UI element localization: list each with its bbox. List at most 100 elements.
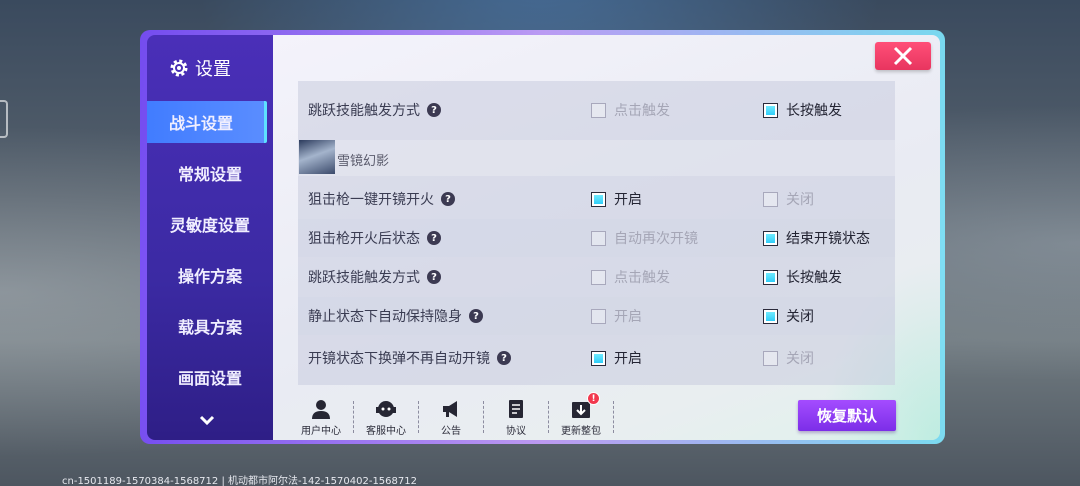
help-icon[interactable]: ? xyxy=(427,270,441,284)
setting-label-text: 静止状态下自动保持隐身 xyxy=(308,309,462,325)
checkbox[interactable] xyxy=(591,102,606,118)
checkbox[interactable] xyxy=(763,191,778,207)
nav-item-combat-settings[interactable]: 战斗设置 xyxy=(147,101,267,143)
option-end-scope[interactable]: 结束开镜状态 xyxy=(763,228,870,248)
setting-row-jump-trigger-2: 跳跃技能触发方式 ? 点击触发 长按触发 xyxy=(298,258,895,296)
setting-row-jump-trigger: 跳跃技能触发方式 ? 点击触发 长按触发 xyxy=(298,91,895,129)
setting-label: 跳跃技能触发方式 ? xyxy=(308,267,441,287)
option-tap-trigger[interactable]: 点击触发 xyxy=(591,267,670,287)
option-label: 自动再次开镜 xyxy=(614,231,698,247)
sidebar-header: 设置 xyxy=(169,55,231,81)
setting-label-text: 开镜状态下换弹不再自动开镜 xyxy=(308,351,490,367)
help-icon[interactable]: ? xyxy=(427,231,441,245)
setting-label-text: 跳跃技能触发方式 xyxy=(308,270,420,286)
option-hold-trigger[interactable]: 长按触发 xyxy=(763,100,842,120)
restore-defaults-label: 恢复默认 xyxy=(816,407,877,425)
checkbox-checked[interactable] xyxy=(763,308,778,324)
document-icon xyxy=(509,400,523,418)
option-label: 开启 xyxy=(614,351,642,367)
option-label: 点击触发 xyxy=(614,270,670,286)
version-info: cn-1501189-1570384-1568712 | 机动都市阿尔法-142… xyxy=(62,476,417,486)
option-label: 长按触发 xyxy=(786,103,842,119)
checkbox-checked[interactable] xyxy=(763,102,778,118)
toolbar-label: 用户中心 xyxy=(301,426,341,437)
bottom-toolbar: 用户中心 客服中心 公告 协议 ! 更新整包 xyxy=(298,392,623,437)
option-off[interactable]: 关闭 xyxy=(763,306,814,326)
separator xyxy=(548,401,549,433)
setting-label-text: 狙击枪开火后状态 xyxy=(308,231,420,247)
checkbox-checked[interactable] xyxy=(763,269,778,285)
user-center-button[interactable]: 用户中心 xyxy=(298,395,344,437)
option-tap-trigger[interactable]: 点击触发 xyxy=(591,100,670,120)
option-on[interactable]: 开启 xyxy=(591,306,642,326)
nav-item-label: 操作方案 xyxy=(177,267,242,286)
settings-sidebar: 设置 战斗设置 常规设置 灵敏度设置 操作方案 载具方案 画面设置 xyxy=(147,35,273,440)
setting-row-idle-stealth: 静止状态下自动保持隐身 ? 开启 关闭 xyxy=(298,297,895,335)
nav-item-label: 常规设置 xyxy=(177,165,242,184)
customer-service-button[interactable]: 客服中心 xyxy=(363,395,409,437)
option-label: 关闭 xyxy=(786,192,814,208)
nav-item-vehicle-scheme[interactable]: 载具方案 xyxy=(147,305,273,347)
toolbar-label: 公告 xyxy=(441,426,461,437)
option-off[interactable]: 关闭 xyxy=(763,348,814,368)
option-off[interactable]: 关闭 xyxy=(763,189,814,209)
setting-label: 静止状态下自动保持隐身 ? xyxy=(308,306,483,326)
close-icon xyxy=(893,46,913,66)
nav-item-control-scheme[interactable]: 操作方案 xyxy=(147,254,273,296)
checkbox-checked[interactable] xyxy=(591,191,606,207)
option-label: 长按触发 xyxy=(786,270,842,286)
option-on[interactable]: 开启 xyxy=(591,348,642,368)
separator xyxy=(353,401,354,433)
setting-label: 狙击枪开火后状态 ? xyxy=(308,228,441,248)
toolbar-label: 客服中心 xyxy=(366,426,406,437)
nav-item-label: 战斗设置 xyxy=(168,114,233,133)
setting-row-sniper-after-fire: 狙击枪开火后状态 ? 自动再次开镜 结束开镜状态 xyxy=(298,219,895,257)
sidebar-title: 设置 xyxy=(195,59,231,80)
option-auto-rescope[interactable]: 自动再次开镜 xyxy=(591,228,698,248)
help-icon[interactable]: ? xyxy=(427,103,441,117)
announcement-button[interactable]: 公告 xyxy=(428,395,474,437)
section-title: 雪镜幻影 xyxy=(337,154,390,169)
setting-row-sniper-quickscope: 狙击枪一键开镜开火 ? 开启 关闭 xyxy=(298,180,895,218)
nav-item-general-settings[interactable]: 常规设置 xyxy=(147,152,273,194)
setting-label-text: 跳跃技能触发方式 xyxy=(308,103,420,119)
agreement-button[interactable]: 协议 xyxy=(493,395,539,437)
checkbox[interactable] xyxy=(591,308,606,324)
checkbox[interactable] xyxy=(763,350,778,366)
nav-item-sensitivity-settings[interactable]: 灵敏度设置 xyxy=(147,203,273,245)
option-label: 开启 xyxy=(614,309,642,325)
option-label: 关闭 xyxy=(786,309,814,325)
option-label: 结束开镜状态 xyxy=(786,231,870,247)
checkbox[interactable] xyxy=(591,230,606,246)
headset-icon xyxy=(376,401,396,417)
toolbar-label: 更新整包 xyxy=(561,426,601,437)
checkbox-checked[interactable] xyxy=(591,350,606,366)
nav-item-label: 画面设置 xyxy=(177,369,242,388)
nav-item-graphics-settings[interactable]: 画面设置 xyxy=(147,356,273,398)
option-label: 开启 xyxy=(614,192,642,208)
setting-label: 跳跃技能触发方式 ? xyxy=(308,100,441,120)
checkbox[interactable] xyxy=(591,269,606,285)
option-label: 点击触发 xyxy=(614,103,670,119)
update-package-button[interactable]: ! 更新整包 xyxy=(558,392,604,437)
chevron-down-icon[interactable] xyxy=(197,410,217,430)
checkbox-checked[interactable] xyxy=(763,230,778,246)
help-icon[interactable]: ? xyxy=(469,309,483,323)
setting-label: 狙击枪一键开镜开火 ? xyxy=(308,189,455,209)
megaphone-icon xyxy=(443,401,457,417)
nav-item-label: 灵敏度设置 xyxy=(169,216,250,235)
mech-avatar-thumbnail xyxy=(299,140,335,174)
option-on[interactable]: 开启 xyxy=(591,189,642,209)
option-label: 关闭 xyxy=(786,351,814,367)
help-icon[interactable]: ? xyxy=(497,351,511,365)
help-icon[interactable]: ? xyxy=(441,192,455,206)
notification-badge: ! xyxy=(587,392,600,405)
restore-defaults-button[interactable]: 恢复默认 xyxy=(798,400,896,431)
close-button[interactable] xyxy=(875,42,931,70)
nav-item-label: 载具方案 xyxy=(177,318,242,337)
setting-row-reload-no-rescope: 开镜状态下换弹不再自动开镜 ? 开启 关闭 xyxy=(298,339,895,377)
side-handle[interactable] xyxy=(0,100,8,138)
separator xyxy=(483,401,484,433)
separator xyxy=(418,401,419,433)
option-hold-trigger[interactable]: 长按触发 xyxy=(763,267,842,287)
